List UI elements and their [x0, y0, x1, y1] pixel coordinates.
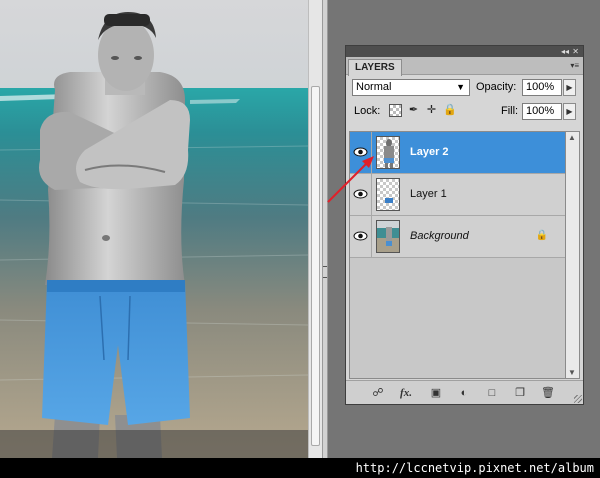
layer-name: Layer 1: [410, 188, 447, 200]
layer-lock-icon: 🔒: [535, 230, 548, 241]
fill-input[interactable]: 100%: [522, 103, 562, 120]
link-layers-icon[interactable]: ☍: [370, 385, 386, 401]
scroll-down-icon[interactable]: ▼: [568, 368, 576, 377]
opacity-input[interactable]: 100%: [522, 79, 562, 96]
scrollbar-thumb[interactable]: [311, 86, 320, 446]
lock-position-icon[interactable]: ✛: [425, 104, 438, 117]
blend-row: Normal ▼ Opacity: 100% ▶: [346, 75, 583, 99]
layer-row-layer-2[interactable]: Layer 2: [350, 132, 565, 174]
layer-row-layer-1[interactable]: Layer 1: [350, 174, 565, 216]
watermark-url: http://lccnetvip.pixnet.net/album: [355, 461, 594, 475]
lock-label: Lock:: [354, 105, 381, 117]
layers-scrollbar[interactable]: ▲ ▼: [566, 131, 580, 379]
tab-layers[interactable]: LAYERS: [348, 59, 402, 76]
panel-title-bar[interactable]: ◂◂ ✕: [346, 46, 583, 57]
layers-panel: ◂◂ ✕ LAYERS ▾≡ Normal ▼ Opacity: 100% ▶ …: [345, 45, 584, 405]
photo-thumbnail-icon: [377, 221, 399, 252]
scroll-up-icon[interactable]: ▲: [568, 133, 576, 142]
fill-label: Fill:: [501, 105, 519, 117]
resize-grip-icon[interactable]: [574, 395, 582, 403]
visibility-toggle[interactable]: [350, 216, 372, 257]
panel-tab-row: LAYERS ▾≡: [346, 57, 583, 76]
divider-grip-icon[interactable]: [323, 266, 327, 278]
lock-transparent-pixels-icon[interactable]: [389, 104, 402, 117]
new-group-folder-icon[interactable]: □: [484, 385, 500, 401]
layer-style-fx-icon[interactable]: fx.: [398, 385, 414, 401]
photo-canvas[interactable]: [0, 0, 308, 458]
canvas-vertical-scrollbar[interactable]: [308, 0, 322, 458]
lock-all-icon[interactable]: 🔒: [443, 104, 457, 117]
layer-row-background[interactable]: Background 🔒: [350, 216, 565, 258]
blend-mode-dropdown[interactable]: Normal ▼: [352, 79, 470, 96]
panel-menu-icon[interactable]: ▾≡: [570, 61, 579, 71]
collapse-panel-icon[interactable]: ◂◂: [561, 46, 569, 57]
trash-icon[interactable]: 🗑: [540, 385, 556, 401]
lock-image-pixels-icon[interactable]: ✒: [407, 104, 420, 117]
eye-icon: [353, 231, 368, 241]
beach-photo: [0, 0, 308, 458]
background-thumbnail[interactable]: [376, 220, 400, 253]
layer-name: Layer 2: [410, 146, 449, 158]
watermark-bar: http://lccnetvip.pixnet.net/album: [0, 458, 600, 478]
close-panel-icon[interactable]: ✕: [572, 46, 579, 57]
adjustment-layer-icon[interactable]: ◐: [456, 385, 472, 401]
fill-slider-button[interactable]: ▶: [563, 103, 576, 120]
new-layer-icon[interactable]: ❐: [512, 385, 528, 401]
panel-footer: ☍ fx. ▣ ◐ □ ❐ 🗑: [346, 380, 583, 404]
blend-mode-value: Normal: [356, 81, 392, 93]
opacity-slider-button[interactable]: ▶: [563, 79, 576, 96]
annotation-arrow-icon: [327, 156, 374, 203]
dropdown-arrow-icon: ▼: [456, 82, 465, 92]
layer-name: Background: [410, 230, 469, 242]
lock-row: Lock: ✒ ✛ 🔒 Fill: 100% ▶: [346, 99, 583, 123]
add-mask-icon[interactable]: ▣: [428, 385, 444, 401]
opacity-label: Opacity:: [476, 81, 517, 93]
